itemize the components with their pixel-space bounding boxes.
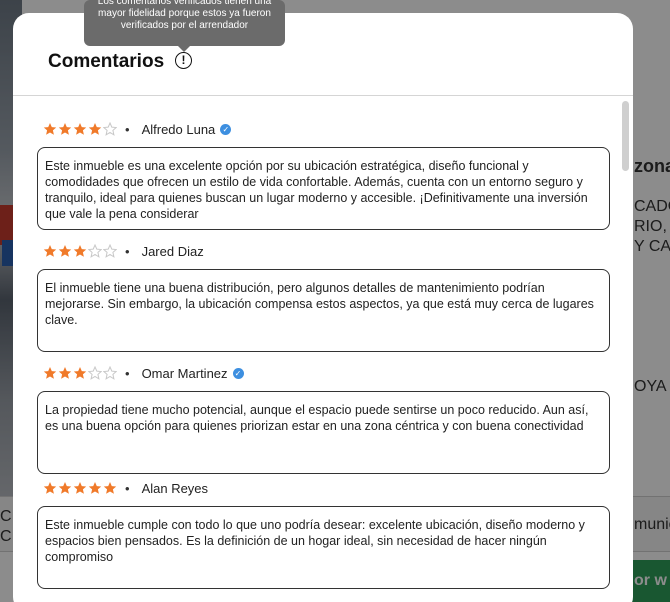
scrollbar[interactable]	[622, 99, 629, 599]
star-filled-icon	[43, 245, 57, 257]
star-empty-icon	[103, 366, 117, 380]
info-icon[interactable]: !	[175, 52, 192, 69]
star-filled-icon	[88, 123, 102, 135]
review-header: • Jared Diaz	[37, 239, 610, 263]
star-filled-icon	[58, 245, 72, 257]
review-header: • Alfredo Luna ✓	[37, 117, 610, 141]
star-filled-icon	[43, 482, 57, 494]
star-filled-icon	[73, 245, 87, 257]
review-header: • Omar Martinez ✓	[37, 361, 610, 385]
review-text: Este inmueble cumple con todo lo que uno…	[37, 506, 610, 589]
star-filled-icon	[58, 482, 72, 494]
review-header: • Alan Reyes	[37, 476, 610, 500]
review-item: • Omar Martinez ✓ La propiedad tiene mucho …	[37, 361, 610, 474]
review-item: • Alan Reyes Este inmueble cumple con todo…	[37, 476, 610, 589]
star-filled-icon	[58, 123, 72, 135]
info-tooltip: Los comentarios verificados tienen una m…	[84, 0, 285, 46]
review-text: La propiedad tiene mucho potencial, aunq…	[37, 391, 610, 474]
scrollbar-thumb[interactable]	[622, 101, 629, 171]
verified-check-icon: ✓	[220, 123, 232, 135]
star-filled-icon	[43, 123, 57, 135]
comments-modal: Comentarios ! • Alfredo Luna ✓ Este inmuebl…	[13, 13, 633, 602]
star-filled-icon	[58, 367, 72, 379]
reviews-list[interactable]: • Alfredo Luna ✓ Este inmueble es una excel…	[13, 97, 633, 602]
star-filled-icon	[88, 482, 102, 494]
separator-dot: •	[125, 121, 130, 137]
tooltip-arrow	[178, 46, 190, 52]
separator-dot: •	[125, 243, 130, 259]
star-filled-icon	[103, 482, 117, 494]
modal-title: Comentarios	[48, 51, 165, 72]
review-item: • Jared Diaz El inmueble tiene una buena d…	[37, 239, 610, 352]
tooltip-text: Los comentarios verificados tienen una m…	[97, 0, 272, 31]
star-filled-icon	[73, 482, 87, 494]
star-rating	[43, 122, 117, 136]
review-item: • Alfredo Luna ✓ Este inmueble es una excel…	[37, 117, 610, 230]
star-filled-icon	[43, 367, 57, 379]
star-empty-icon	[103, 122, 117, 136]
separator-dot: •	[125, 480, 130, 496]
star-rating	[43, 366, 117, 380]
review-text: El inmueble tiene una buena distribución…	[37, 269, 610, 352]
review-text: Este inmueble es una excelente opción po…	[37, 147, 610, 230]
star-empty-icon	[88, 244, 102, 258]
review-author: Jared Diaz	[141, 243, 204, 259]
review-author: Alan Reyes	[141, 480, 209, 496]
star-filled-icon	[73, 123, 87, 135]
star-rating	[43, 481, 117, 495]
verified-check-icon: ✓	[232, 367, 244, 379]
star-empty-icon	[88, 366, 102, 380]
star-empty-icon	[103, 244, 117, 258]
review-author: Alfredo Luna	[141, 121, 216, 137]
star-rating	[43, 244, 117, 258]
separator-dot: •	[125, 365, 130, 381]
star-filled-icon	[73, 367, 87, 379]
review-author: Omar Martinez	[141, 365, 228, 381]
